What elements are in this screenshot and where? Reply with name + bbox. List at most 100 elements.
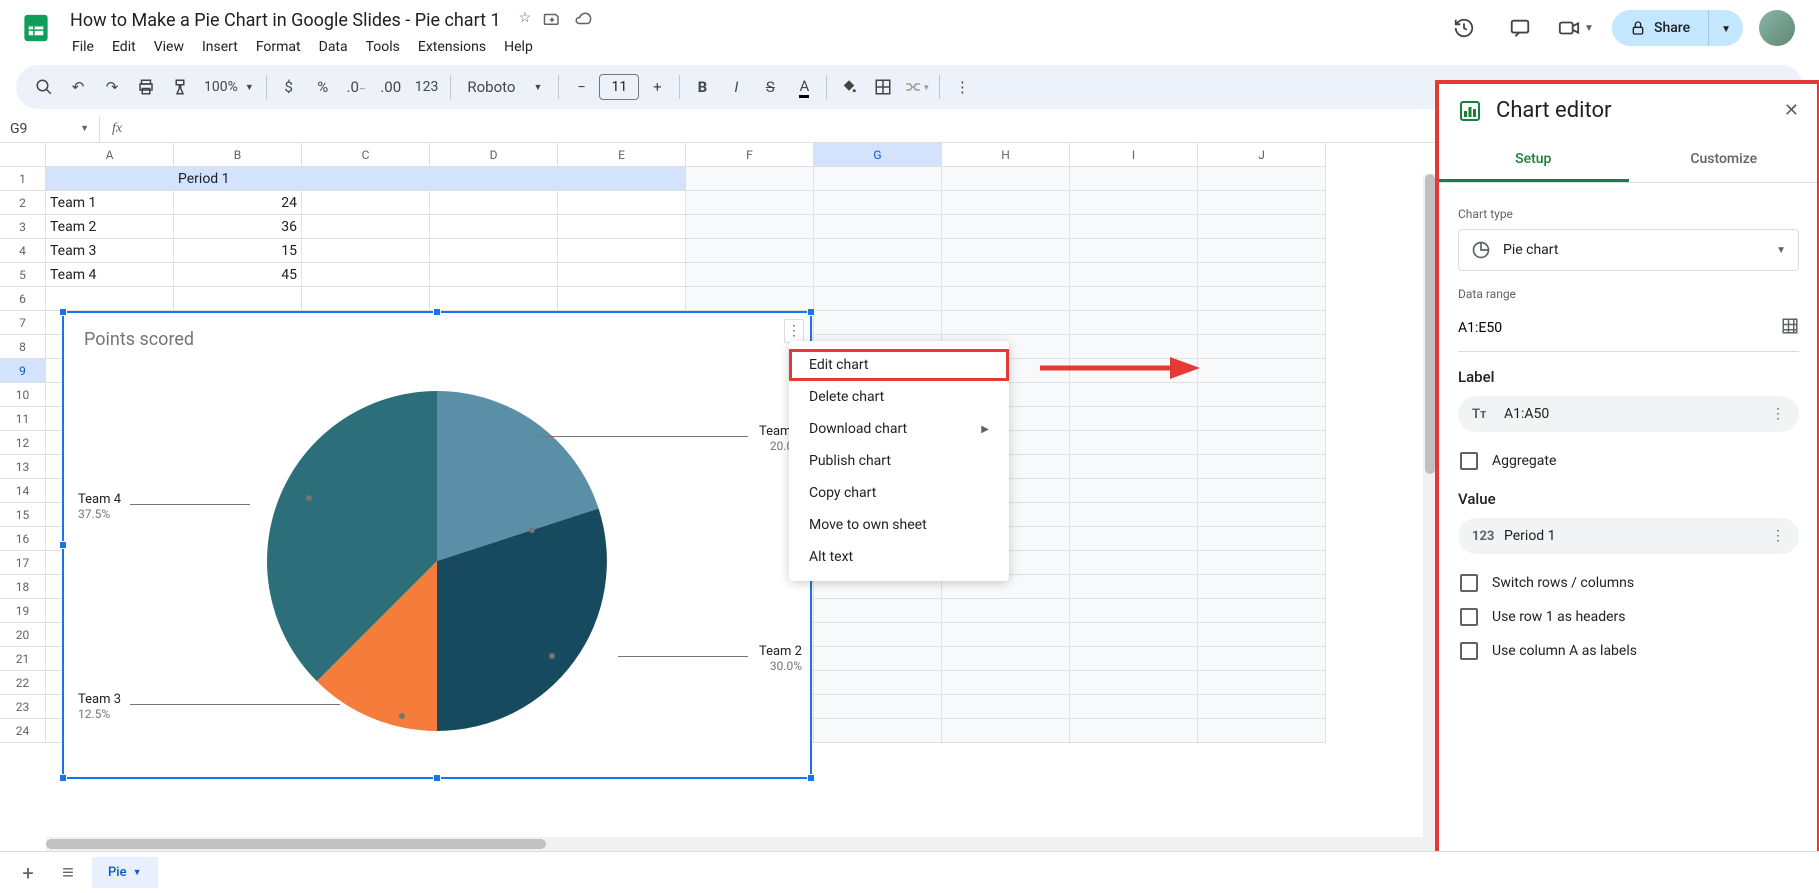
cell-I20[interactable] [1070, 623, 1198, 647]
more-toolbar-icon[interactable]: ⋮ [946, 71, 978, 103]
cell-I21[interactable] [1070, 647, 1198, 671]
cell-B5[interactable]: 45 [174, 263, 302, 287]
cell-I7[interactable] [1070, 311, 1198, 335]
cell-E1[interactable] [558, 167, 686, 191]
meet-button[interactable]: ▼ [1556, 8, 1596, 48]
cell-B6[interactable] [174, 287, 302, 311]
use-row1-checkbox[interactable] [1460, 608, 1478, 626]
row-header-18[interactable]: 18 [0, 575, 46, 599]
cell-G2[interactable] [814, 191, 942, 215]
doc-title[interactable]: How to Make a Pie Chart in Google Slides… [64, 8, 507, 33]
fontsize-increase[interactable]: + [641, 71, 673, 103]
cell-J3[interactable] [1198, 215, 1326, 239]
currency-icon[interactable]: $ [273, 71, 305, 103]
cell-B2[interactable]: 24 [174, 191, 302, 215]
chart-object[interactable]: ⋮ Points scored Team 120.0% [62, 311, 812, 779]
cell-E2[interactable] [558, 191, 686, 215]
cell-H6[interactable] [942, 287, 1070, 311]
row-header-14[interactable]: 14 [0, 479, 46, 503]
cell-J12[interactable] [1198, 431, 1326, 455]
strike-icon[interactable]: S [754, 71, 786, 103]
cell-I10[interactable] [1070, 383, 1198, 407]
col-header-G[interactable]: G [814, 143, 942, 167]
cell-J10[interactable] [1198, 383, 1326, 407]
cloud-status-icon[interactable] [573, 10, 593, 32]
cell-H20[interactable] [942, 623, 1070, 647]
star-icon[interactable]: ☆ [519, 10, 532, 32]
cell-C2[interactable] [302, 191, 430, 215]
cell-D2[interactable] [430, 191, 558, 215]
cell-J24[interactable] [1198, 719, 1326, 743]
value-chip-more-icon[interactable]: ⋮ [1771, 528, 1785, 544]
cell-A2[interactable]: Team 1 [46, 191, 174, 215]
menu-data[interactable]: Data [311, 35, 356, 59]
ctx-alt-text[interactable]: Alt text [789, 541, 1009, 573]
col-header-H[interactable]: H [942, 143, 1070, 167]
comments-icon[interactable] [1500, 8, 1540, 48]
bold-icon[interactable]: B [686, 71, 718, 103]
cell-A5[interactable]: Team 4 [46, 263, 174, 287]
row-header-23[interactable]: 23 [0, 695, 46, 719]
cell-J11[interactable] [1198, 407, 1326, 431]
cell-I13[interactable] [1070, 455, 1198, 479]
cell-A4[interactable]: Team 3 [46, 239, 174, 263]
cell-J22[interactable] [1198, 671, 1326, 695]
font-select[interactable]: Roboto▼ [457, 71, 552, 103]
menu-help[interactable]: Help [496, 35, 541, 59]
cell-I2[interactable] [1070, 191, 1198, 215]
cell-J21[interactable] [1198, 647, 1326, 671]
row-header-19[interactable]: 19 [0, 599, 46, 623]
fontsize-input[interactable]: 11 [599, 74, 639, 100]
search-menus-icon[interactable] [28, 71, 60, 103]
cell-J9[interactable] [1198, 359, 1326, 383]
ctx-move-own-sheet[interactable]: Move to own sheet [789, 509, 1009, 541]
col-header-A[interactable]: A [46, 143, 174, 167]
cell-I5[interactable] [1070, 263, 1198, 287]
cell-I15[interactable] [1070, 503, 1198, 527]
cell-F6[interactable] [686, 287, 814, 311]
cell-H21[interactable] [942, 647, 1070, 671]
cell-G1[interactable] [814, 167, 942, 191]
use-colA-checkbox[interactable] [1460, 642, 1478, 660]
share-button[interactable]: Share [1612, 10, 1708, 46]
sheets-logo[interactable] [16, 8, 56, 48]
percent-icon[interactable]: % [307, 71, 339, 103]
cell-G6[interactable] [814, 287, 942, 311]
cell-G21[interactable] [814, 647, 942, 671]
cell-C1[interactable] [302, 167, 430, 191]
menu-insert[interactable]: Insert [194, 35, 246, 59]
row-header-16[interactable]: 16 [0, 527, 46, 551]
menu-format[interactable]: Format [248, 35, 309, 59]
cell-A3[interactable]: Team 2 [46, 215, 174, 239]
print-icon[interactable] [130, 71, 162, 103]
cell-F2[interactable] [686, 191, 814, 215]
cell-F5[interactable] [686, 263, 814, 287]
label-chip[interactable]: Tᴛ A1:A50 ⋮ [1458, 396, 1799, 432]
cell-D6[interactable] [430, 287, 558, 311]
cell-E4[interactable] [558, 239, 686, 263]
row-header-1[interactable]: 1 [0, 167, 46, 191]
cell-H1[interactable] [942, 167, 1070, 191]
col-header-C[interactable]: C [302, 143, 430, 167]
ctx-publish-chart[interactable]: Publish chart [789, 445, 1009, 477]
cell-I19[interactable] [1070, 599, 1198, 623]
row-header-9[interactable]: 9 [0, 359, 46, 383]
cell-J13[interactable] [1198, 455, 1326, 479]
cell-I6[interactable] [1070, 287, 1198, 311]
cell-G24[interactable] [814, 719, 942, 743]
sheet-tab-pie[interactable]: Pie▼ [92, 857, 158, 888]
row-header-7[interactable]: 7 [0, 311, 46, 335]
cell-H22[interactable] [942, 671, 1070, 695]
menu-file[interactable]: File [64, 35, 102, 59]
cell-D3[interactable] [430, 215, 558, 239]
cell-I12[interactable] [1070, 431, 1198, 455]
cell-H2[interactable] [942, 191, 1070, 215]
cell-I24[interactable] [1070, 719, 1198, 743]
cell-D5[interactable] [430, 263, 558, 287]
fill-color-icon[interactable] [833, 71, 865, 103]
col-header-D[interactable]: D [430, 143, 558, 167]
cell-B4[interactable]: 15 [174, 239, 302, 263]
redo-icon[interactable]: ↷ [96, 71, 128, 103]
row-header-13[interactable]: 13 [0, 455, 46, 479]
cell-G4[interactable] [814, 239, 942, 263]
